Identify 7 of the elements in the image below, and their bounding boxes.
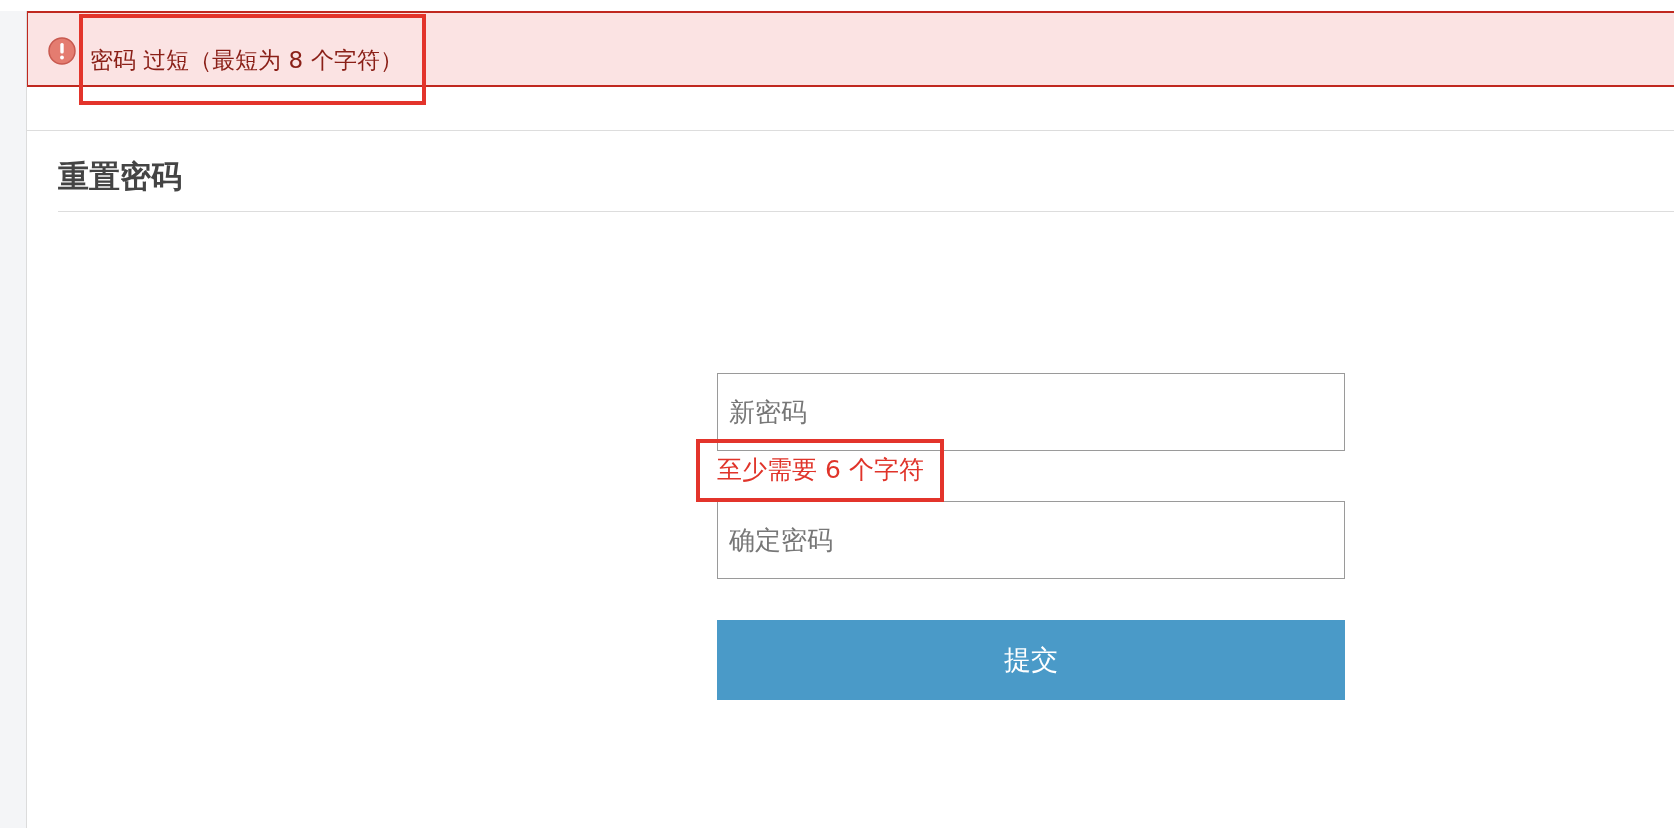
error-hint: 至少需要 6 个字符 <box>717 455 924 485</box>
password-field[interactable]: 新密码 <box>717 373 1345 451</box>
alert-message: 密码 过短（最短为 8 个字符） <box>90 46 403 74</box>
panel-title: 重置密码 <box>58 158 182 194</box>
submit-button[interactable]: 提交 <box>717 620 1345 700</box>
exclamation-circle-icon <box>48 37 76 65</box>
password-field[interactable]: 确定密码 <box>717 501 1345 579</box>
